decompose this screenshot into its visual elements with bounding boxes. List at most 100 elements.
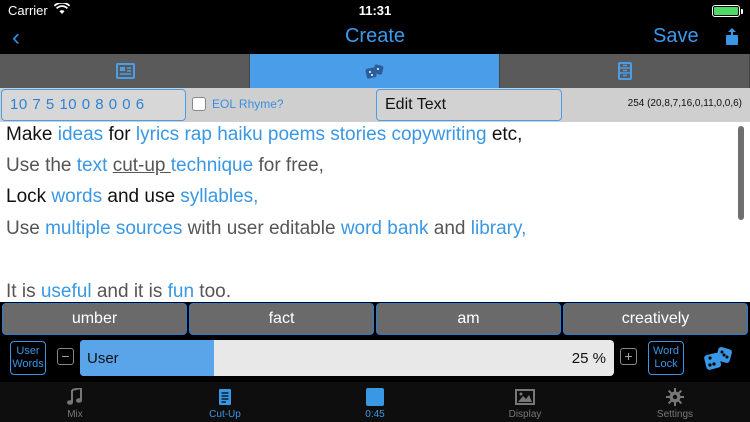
- slider-value: 25 %: [571, 350, 606, 367]
- word[interactable]: stories: [330, 124, 391, 145]
- word[interactable]: cut-up: [113, 155, 171, 176]
- tab-label: Display: [508, 409, 542, 420]
- word[interactable]: use: [144, 186, 180, 207]
- word[interactable]: Make: [6, 124, 58, 145]
- word-suggestion-button[interactable]: am: [376, 303, 561, 335]
- tab-timer[interactable]: 0:45: [300, 382, 450, 422]
- word-lock-label-2: Lock: [654, 358, 678, 370]
- word[interactable]: text: [77, 155, 113, 176]
- word[interactable]: Use: [6, 155, 45, 176]
- navigation-bar: ‹ Create Save: [0, 22, 750, 54]
- segment-sources[interactable]: [0, 54, 250, 88]
- user-words-slider[interactable]: User 25 %: [80, 340, 614, 376]
- tab-label: 0:45: [365, 409, 385, 420]
- word[interactable]: It: [6, 281, 22, 302]
- word[interactable]: and: [97, 281, 134, 302]
- eol-rhyme-toggle[interactable]: EOL Rhyme?: [192, 97, 284, 111]
- word[interactable]: the: [45, 155, 77, 176]
- word[interactable]: syllables,: [180, 186, 258, 207]
- tab-settings[interactable]: Settings: [600, 382, 750, 422]
- word-suggestion-row: umber fact am creatively: [0, 302, 750, 336]
- word[interactable]: etc,: [492, 124, 523, 145]
- word[interactable]: free,: [286, 155, 324, 176]
- tab-cutup[interactable]: Cut-Up: [150, 382, 300, 422]
- syllable-info-bar: 10 7 5 10 0 8 0 0 6 EOL Rhyme? Edit Text…: [0, 88, 750, 122]
- music-note-icon: [65, 387, 85, 407]
- slider-label: User: [87, 350, 119, 367]
- word[interactable]: haiku: [217, 124, 268, 145]
- tab-label: Cut-Up: [209, 409, 241, 420]
- newspaper-icon: [115, 63, 135, 79]
- word[interactable]: with: [188, 218, 227, 239]
- increase-button[interactable]: +: [620, 348, 637, 365]
- word[interactable]: useful: [41, 281, 97, 302]
- cabinet-icon: [617, 62, 632, 80]
- status-bar: Carrier 11:31: [0, 0, 750, 22]
- eol-rhyme-label: EOL Rhyme?: [212, 97, 284, 111]
- word[interactable]: is: [22, 281, 41, 302]
- word-lock-label-1: Word: [652, 345, 680, 357]
- word[interactable]: copywriting: [391, 124, 491, 145]
- word[interactable]: for: [258, 155, 285, 176]
- tab-label: Settings: [656, 409, 694, 420]
- segment-cutup[interactable]: [250, 54, 500, 88]
- tab-label: Mix: [67, 409, 83, 420]
- text-line-3: Lock words and use syllables,: [6, 186, 258, 208]
- page-title: Create: [344, 25, 406, 47]
- image-icon: [515, 387, 535, 407]
- syllable-pattern-field[interactable]: 10 7 5 10 0 8 0 0 6: [1, 89, 186, 121]
- user-words-label-1: User: [16, 345, 40, 357]
- word-suggestion-button[interactable]: umber: [2, 303, 187, 335]
- word[interactable]: lyrics: [136, 124, 185, 145]
- word[interactable]: words: [51, 186, 107, 207]
- word[interactable]: library,: [471, 218, 527, 239]
- decrease-button[interactable]: −: [57, 348, 74, 365]
- word[interactable]: Lock: [6, 186, 51, 207]
- user-words-label-2: Words: [12, 358, 44, 370]
- mode-segment-control: [0, 54, 750, 88]
- tab-mix[interactable]: Mix: [0, 382, 150, 422]
- word[interactable]: is: [149, 281, 168, 302]
- word-suggestion-button[interactable]: fact: [189, 303, 374, 335]
- text-scrollbar[interactable]: [738, 126, 744, 220]
- text-line-2: Use the text cut-up technique for free,: [6, 155, 324, 177]
- word[interactable]: technique: [171, 155, 259, 176]
- text-line-4: Use multiple sources with user editable …: [6, 218, 526, 240]
- word[interactable]: for: [108, 124, 135, 145]
- user-words-button[interactable]: User Words: [10, 341, 46, 375]
- stop-icon: [365, 387, 385, 407]
- word[interactable]: fun: [168, 281, 200, 302]
- word[interactable]: Use: [6, 218, 45, 239]
- dice-icon: [364, 64, 383, 79]
- word[interactable]: rap: [184, 124, 217, 145]
- cutup-text-view[interactable]: Make ideas for lyrics rap haiku poems st…: [0, 122, 750, 302]
- word[interactable]: word: [341, 218, 387, 239]
- gear-icon: [665, 387, 685, 407]
- battery-icon: [712, 5, 743, 17]
- edit-text-button[interactable]: Edit Text: [376, 89, 562, 121]
- text-line-1: Make ideas for lyrics rap haiku poems st…: [6, 124, 522, 146]
- word-suggestion-button[interactable]: creatively: [563, 303, 748, 335]
- word-lock-button[interactable]: Word Lock: [648, 341, 684, 375]
- tab-display[interactable]: Display: [450, 382, 600, 422]
- word[interactable]: too.: [199, 281, 231, 302]
- word[interactable]: editable: [269, 218, 341, 239]
- segment-library[interactable]: [500, 54, 750, 88]
- text-line-5: It is useful and it is fun too.: [6, 281, 231, 302]
- word[interactable]: bank: [387, 218, 433, 239]
- eol-rhyme-checkbox[interactable]: [192, 97, 206, 111]
- save-button[interactable]: Save: [653, 25, 699, 48]
- word[interactable]: ideas: [58, 124, 109, 145]
- word[interactable]: it: [134, 281, 149, 302]
- mix-control-row: User Words − User 25 % + Word Lock: [0, 336, 750, 382]
- tab-bar: Mix Cut-Up 0:45 Display Settings: [0, 382, 750, 422]
- word[interactable]: and: [434, 218, 471, 239]
- word[interactable]: and: [107, 186, 144, 207]
- word[interactable]: sources: [116, 218, 188, 239]
- share-icon[interactable]: [724, 28, 740, 46]
- syllable-counts: 254 (20,8,7,16,0,11,0,0,6): [627, 98, 742, 109]
- dice-icon[interactable]: [702, 342, 736, 376]
- word[interactable]: multiple: [45, 218, 116, 239]
- word[interactable]: user: [227, 218, 269, 239]
- word[interactable]: poems: [268, 124, 330, 145]
